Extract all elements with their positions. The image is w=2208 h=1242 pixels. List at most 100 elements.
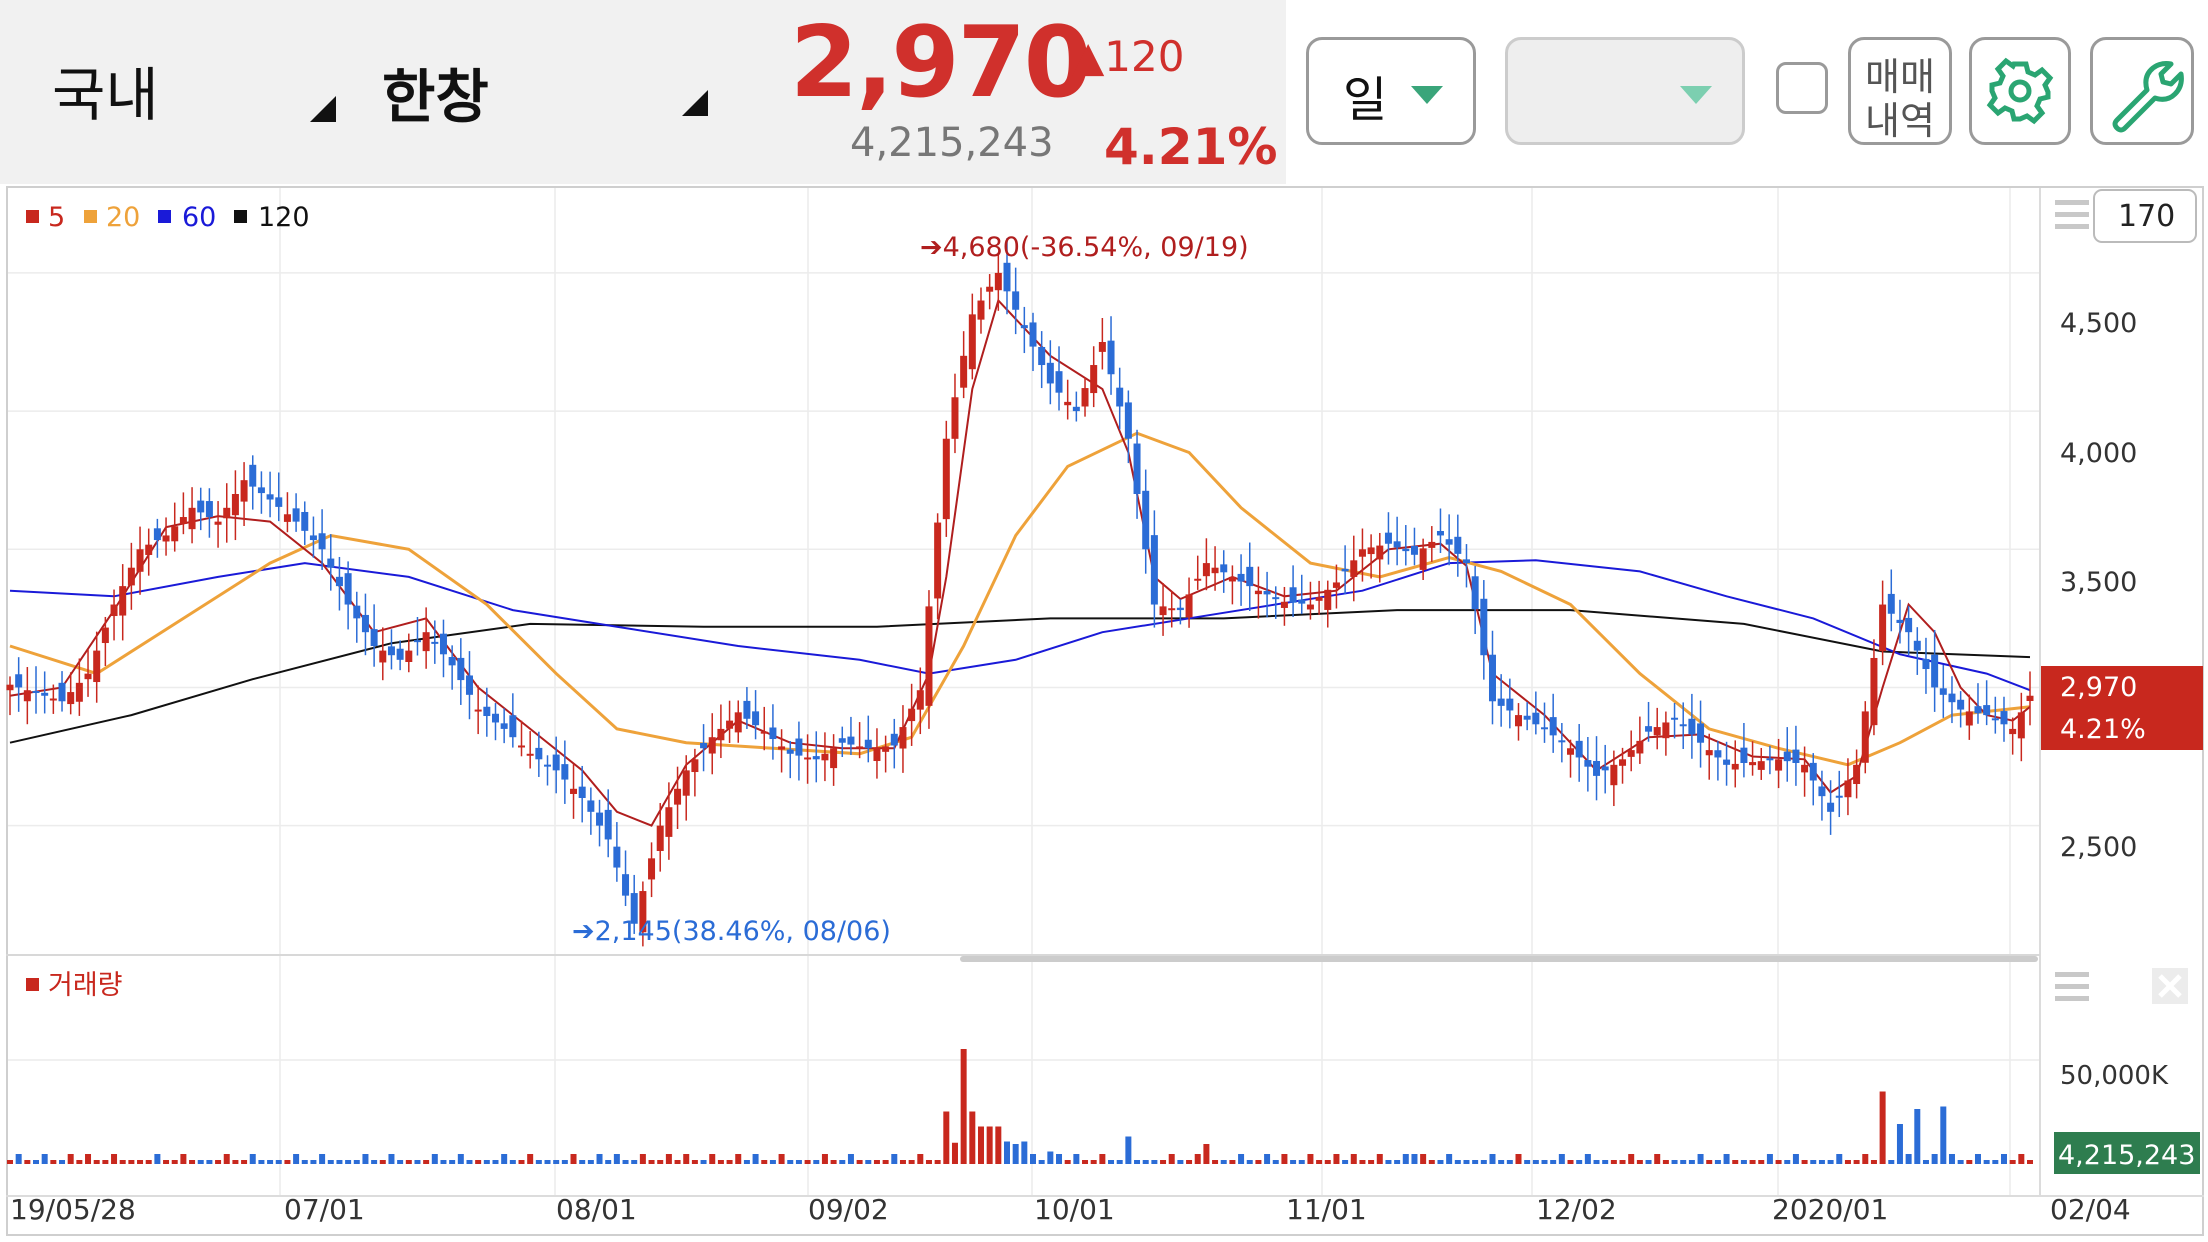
- volume-bar: [336, 1160, 343, 1164]
- candle-body: [864, 739, 872, 749]
- x-tick-10-01: 10/01: [1034, 1193, 1115, 1226]
- volume-bar: [1758, 1160, 1765, 1164]
- candle-body: [847, 736, 855, 745]
- volume-bar: [1870, 1160, 1877, 1164]
- candle-body: [1124, 402, 1132, 439]
- volume-bar: [1940, 1106, 1947, 1164]
- volume-bar: [1342, 1160, 1349, 1164]
- volume-bar: [709, 1154, 716, 1164]
- volume-bar: [1472, 1160, 1479, 1164]
- volume-bar: [2009, 1160, 2016, 1164]
- volume-bar: [969, 1111, 976, 1164]
- y-tick-2500: 2,500: [2060, 832, 2137, 863]
- y-tick-4500: 4,500: [2060, 308, 2137, 339]
- volume-bar: [1411, 1154, 1418, 1164]
- candle-body: [856, 746, 864, 749]
- candle-body: [1575, 740, 1583, 758]
- candle-body: [318, 533, 326, 550]
- candle-body: [474, 709, 482, 712]
- candle-body: [743, 700, 751, 719]
- candle-body: [1567, 748, 1575, 755]
- volume-bar: [1073, 1154, 1080, 1164]
- volume-bar: [1160, 1160, 1167, 1164]
- volume-bar: [1177, 1160, 1184, 1164]
- candle-body: [1194, 578, 1202, 581]
- candle-body: [656, 825, 664, 851]
- volume-bar: [735, 1154, 742, 1164]
- volume-bar: [59, 1160, 66, 1164]
- volume-bar: [1784, 1160, 1791, 1164]
- candle-body: [188, 507, 196, 530]
- volume-bar: [1021, 1141, 1028, 1164]
- close-icon[interactable]: [2152, 968, 2188, 1004]
- candle-body: [1619, 759, 1627, 766]
- candle-body: [986, 286, 994, 292]
- candle-body: [32, 691, 40, 694]
- candle-body: [1402, 548, 1410, 552]
- candle-body: [179, 517, 187, 524]
- candle-body: [1688, 718, 1696, 735]
- volume-bar: [1905, 1154, 1912, 1164]
- volume-bar: [769, 1160, 776, 1164]
- volume-bar: [1012, 1144, 1019, 1164]
- volume-bar: [1524, 1160, 1531, 1164]
- volume-bar: [1428, 1160, 1435, 1164]
- candle-body: [223, 507, 231, 519]
- volume-bar: [761, 1160, 768, 1164]
- candle-body: [509, 715, 517, 738]
- legend-ma120: 120: [258, 202, 310, 233]
- volume-bar: [1766, 1154, 1773, 1164]
- candle-body: [1202, 563, 1210, 577]
- volume-bar: [371, 1160, 378, 1164]
- candle-body: [994, 272, 1002, 291]
- x-tick-08-01: 08/01: [556, 1193, 637, 1226]
- candle-body: [1419, 548, 1427, 570]
- candle-body: [925, 606, 933, 706]
- volume-bar: [631, 1160, 638, 1164]
- candle-body: [1298, 599, 1306, 604]
- volume-bar: [1628, 1154, 1635, 1164]
- volume-bar: [1038, 1160, 1045, 1164]
- volume-bar: [995, 1126, 1002, 1164]
- volume-bar: [189, 1160, 196, 1164]
- volume-bar: [674, 1160, 681, 1164]
- volume-bar: [310, 1160, 317, 1164]
- candle-body: [1818, 786, 1826, 797]
- volume-bar: [717, 1160, 724, 1164]
- candle-body: [422, 632, 430, 652]
- volume-bar: [865, 1160, 872, 1164]
- volume-bar: [50, 1160, 57, 1164]
- candle-body: [674, 788, 682, 805]
- candle-body: [1289, 587, 1297, 603]
- candle-body: [1133, 443, 1141, 494]
- volume-bar: [535, 1160, 542, 1164]
- volume-bar: [1350, 1154, 1357, 1164]
- volume-bar: [1064, 1160, 1071, 1164]
- volume-bar: [1116, 1160, 1123, 1164]
- candle-body: [1532, 712, 1540, 725]
- candle-body: [1905, 617, 1913, 633]
- candle-body: [145, 544, 153, 555]
- candle-body: [1853, 764, 1861, 785]
- volume-bar: [1420, 1154, 1427, 1164]
- menu-lines-icon[interactable]: [2055, 972, 2089, 1001]
- price-chart[interactable]: 5 20 60 120 4,500 4,000 3,500 2,500 170 …: [0, 0, 2208, 1242]
- volume-bar: [258, 1160, 265, 1164]
- volume-bar: [423, 1160, 430, 1164]
- menu-lines-icon[interactable]: [2055, 200, 2089, 229]
- volume-bar: [977, 1126, 984, 1164]
- volume-bar: [891, 1154, 898, 1164]
- volume-bar: [1862, 1154, 1869, 1164]
- current-price-tag-pct: 4.21%: [2060, 714, 2146, 745]
- ma-line-120: [9, 609, 2031, 744]
- candle-body: [535, 747, 543, 760]
- candle-body: [1671, 717, 1679, 720]
- candle-body: [1081, 388, 1089, 407]
- volume-bar: [986, 1126, 993, 1164]
- candle-body: [1991, 718, 1999, 721]
- volume-bar: [76, 1160, 83, 1164]
- candle-body: [500, 723, 508, 729]
- horizontal-scrollbar[interactable]: [960, 956, 2038, 962]
- candle-body: [101, 627, 109, 644]
- candle-body: [1038, 346, 1046, 366]
